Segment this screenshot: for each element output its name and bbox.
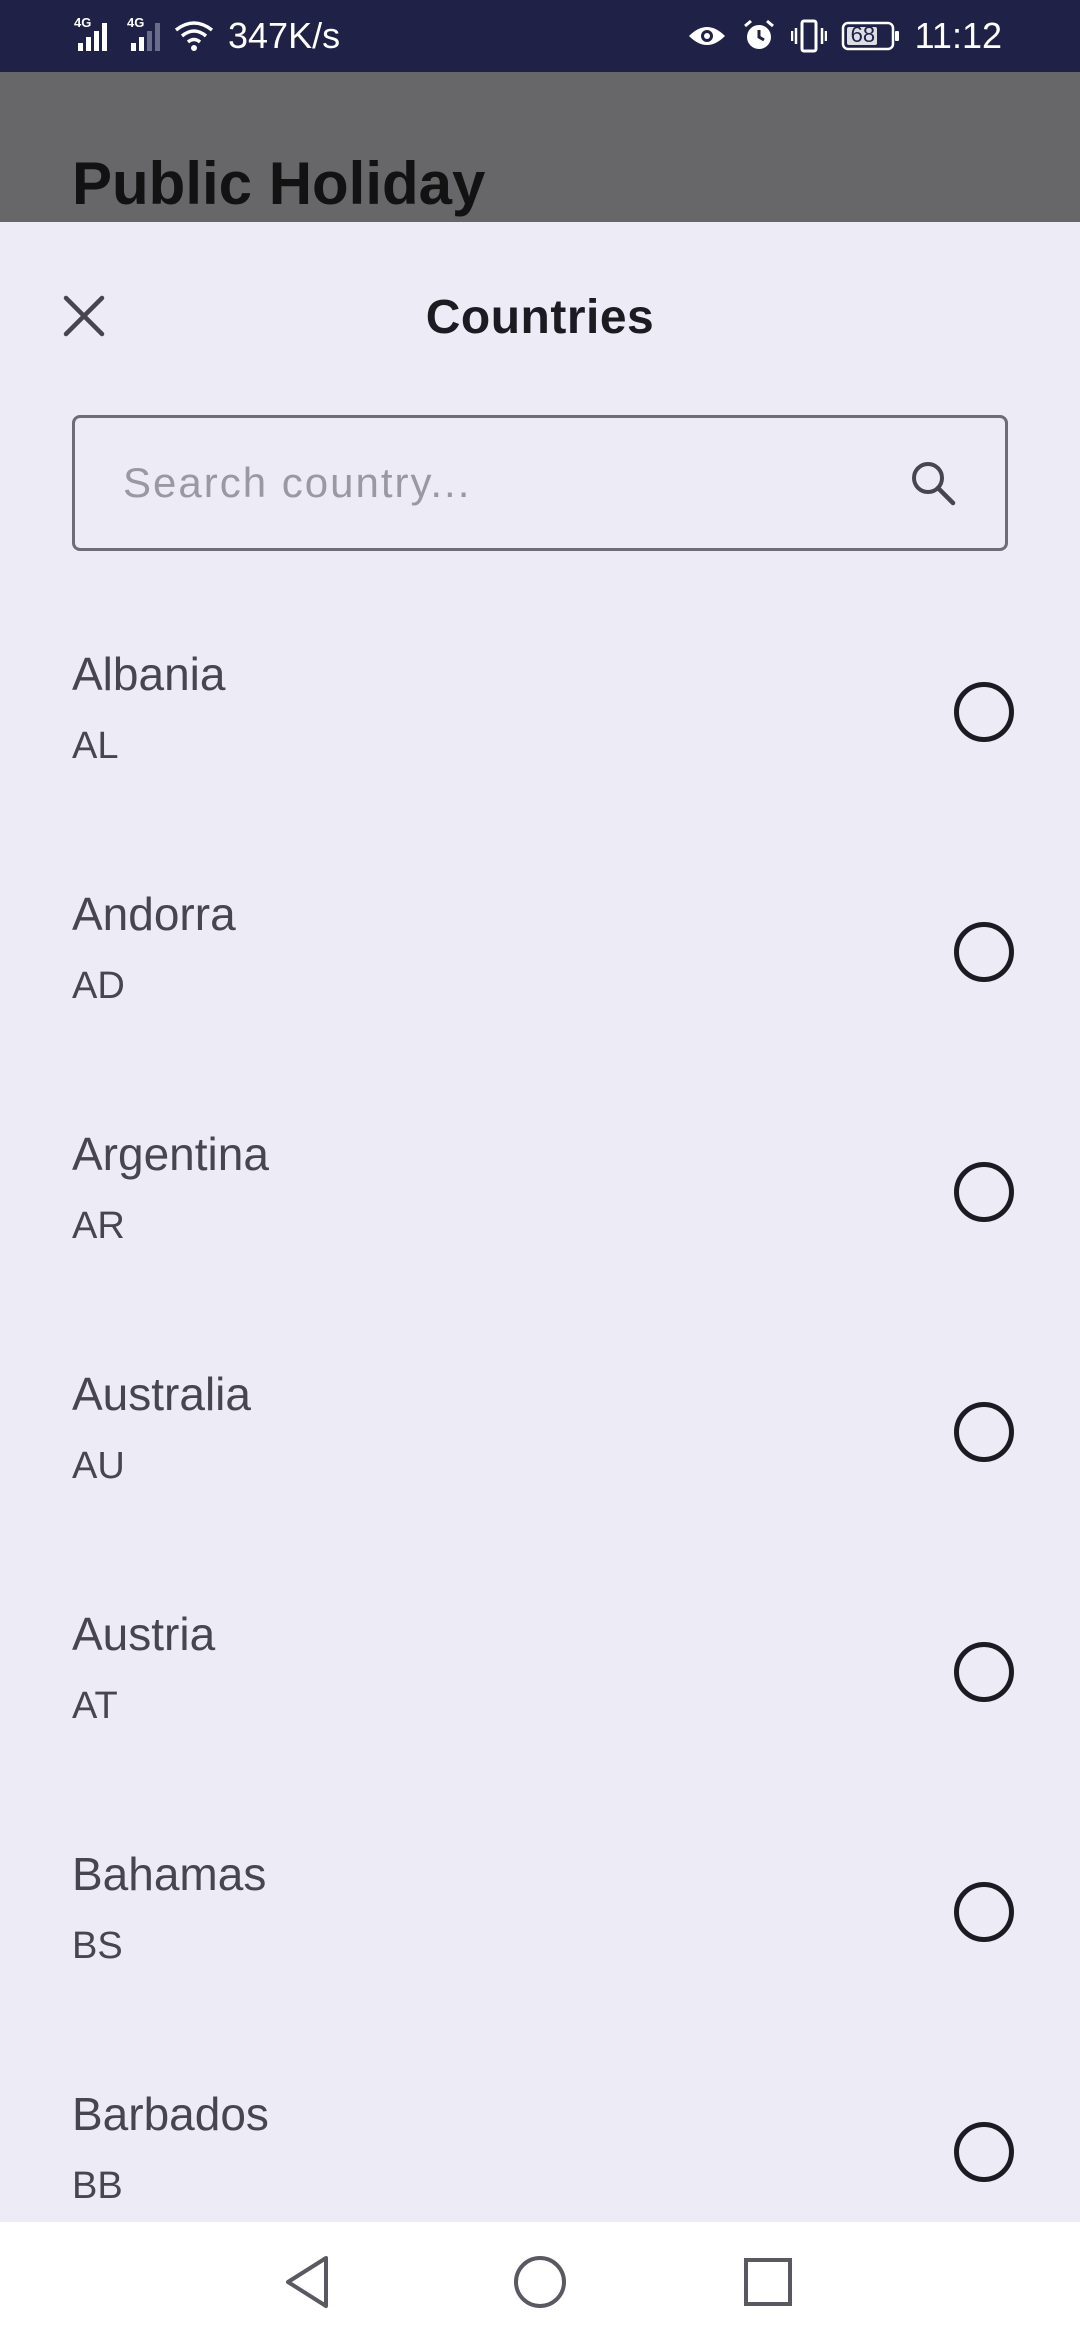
recents-button[interactable] [738,2252,798,2312]
signal-2-label: 4G [127,15,145,30]
sheet-title: Countries [425,291,655,344]
network-speed: 347K/s [228,15,341,56]
country-code: AL [72,725,119,767]
clock: 11:12 [914,15,1002,56]
page-title: Public Holiday [72,150,486,217]
country-row[interactable]: Australia AU [0,1342,1080,1582]
country-name: Austria [72,1608,216,1660]
country-code: BB [72,2165,123,2207]
country-row[interactable]: Andorra AD [0,862,1080,1102]
back-icon [282,2254,334,2310]
search-input[interactable] [121,458,905,508]
country-radio-button[interactable] [954,682,1014,742]
country-row[interactable]: Austria AT [0,1582,1080,1822]
status-bar: 4G 4G 347K/s 68 11:12 [0,0,1080,72]
country-radio-button[interactable] [954,1882,1014,1942]
eye-icon [687,22,727,50]
battery-level: 68 [850,22,876,47]
battery-icon: 68 [841,20,901,52]
search-field[interactable] [72,415,1008,551]
country-radio-button[interactable] [954,1642,1014,1702]
alarm-icon [741,18,777,54]
country-name: Argentina [72,1128,269,1180]
home-button[interactable] [510,2252,570,2312]
country-name: Australia [72,1368,251,1420]
country-row[interactable]: Barbados BB [0,2062,1080,2222]
country-list: Albania AL Andorra AD Argentina AR Australia AU… [0,622,1080,2222]
signal-icon: 4G [74,15,107,51]
countries-sheet: Countries AlbaniaALAndorraADArgentinaARA… [0,222,1080,2222]
country-name: Andorra [72,888,236,940]
country-row[interactable]: Argentina AR [0,1102,1080,1342]
vibrate-icon [790,19,827,53]
country-code: AD [72,965,125,1007]
country-code: AU [72,1445,125,1487]
country-radio-button[interactable] [954,1402,1014,1462]
status-left: 4G 4G 347K/s [74,15,341,57]
home-icon [512,2254,568,2310]
country-name: Albania [72,648,226,700]
country-row[interactable]: Bahamas BS [0,1822,1080,2062]
back-button[interactable] [278,2252,338,2312]
signal-1-label: 4G [74,15,92,30]
recents-icon [742,2256,794,2308]
country-name: Barbados [72,2088,269,2140]
country-radio-button[interactable] [954,1162,1014,1222]
background-page: Public Holiday [0,72,1080,222]
navigation-bar [0,2222,1080,2340]
signal-icon: 4G [127,15,160,51]
country-code: AT [72,1685,118,1727]
country-code: BS [72,1925,123,1967]
country-radio-button[interactable] [954,2122,1014,2182]
search-icon[interactable] [905,455,961,511]
sheet-header: Countries [0,222,1080,418]
country-name: Bahamas [72,1848,267,1900]
wifi-icon [174,20,214,52]
status-right: 68 11:12 [687,15,1002,57]
country-row[interactable]: Albania AL [0,622,1080,862]
country-code: AR [72,1205,125,1247]
country-radio-button[interactable] [954,922,1014,982]
